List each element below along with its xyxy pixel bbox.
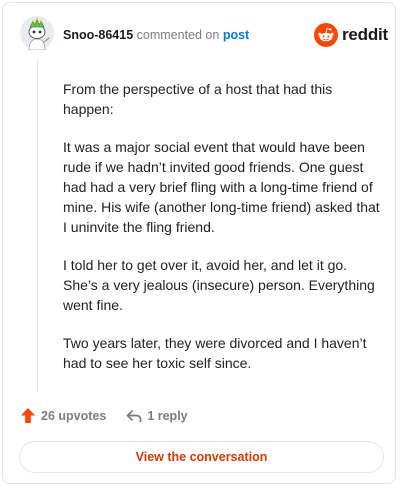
view-conversation-button[interactable]: View the conversation [19, 441, 384, 473]
comment-paragraph: I told her to get over it, avoid her, an… [63, 257, 375, 313]
comment-body: From the perspective of a host that had … [63, 79, 381, 391]
reply-button[interactable]: 1 reply [126, 408, 188, 423]
username[interactable]: Snoo-86415 [63, 28, 133, 42]
comment-paragraph: From the perspective of a host that had … [63, 81, 333, 117]
reply-arrow-icon [126, 409, 142, 422]
action-text: commented on [136, 28, 220, 42]
comment-meta: Snoo-86415 commented on post [63, 27, 249, 43]
comment-actions: 26 upvotes 1 reply [20, 407, 188, 424]
comment-paragraph: Two years later, they were divorced and … [63, 335, 367, 371]
upvote-button[interactable]: 26 upvotes [20, 407, 106, 424]
upvote-arrow-icon [21, 408, 35, 423]
reply-count: 1 reply [147, 408, 188, 423]
reddit-logo[interactable]: reddit [314, 23, 388, 47]
upvote-count: 26 upvotes [41, 408, 107, 423]
user-avatar[interactable] [20, 16, 54, 51]
post-link[interactable]: post [223, 28, 249, 42]
comment-card: Snoo-86415 commented on post reddit From… [2, 2, 396, 484]
brand-wordmark: reddit [342, 25, 389, 44]
thread-line [37, 59, 38, 392]
reddit-alien-logo-icon [314, 23, 338, 47]
comment-paragraph: It was a major social event that would h… [63, 139, 380, 235]
